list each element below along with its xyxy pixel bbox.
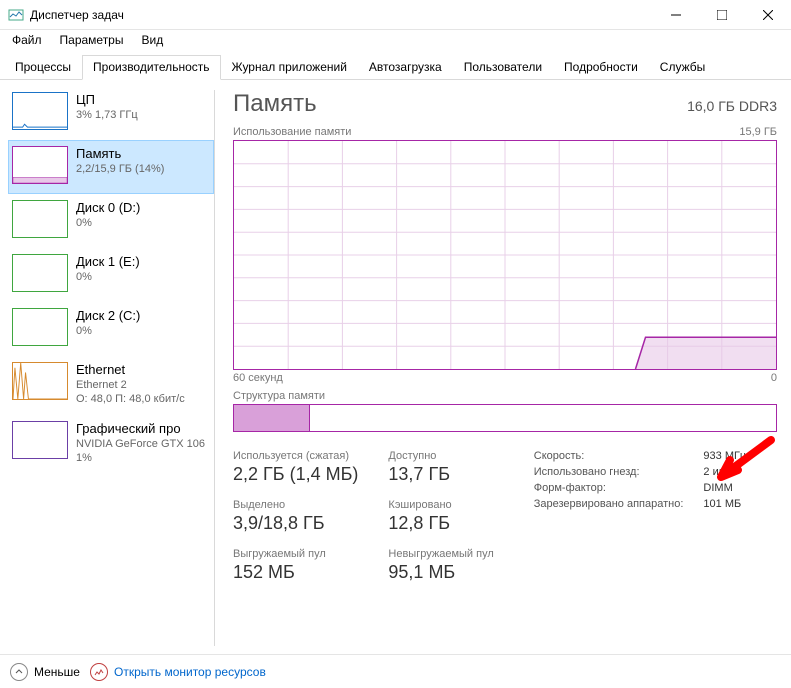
- sidebar-item-cpu[interactable]: ЦП 3% 1,73 ГГц: [8, 86, 214, 140]
- maximize-button[interactable]: [699, 0, 745, 30]
- main-panel: Память 16,0 ГБ DDR3 Использование памяти…: [215, 80, 791, 656]
- stats: Используется (сжатая)2,2 ГБ (1,4 МБ) Дос…: [233, 450, 777, 583]
- eth-thumb: [12, 362, 68, 400]
- x-axis-right: 0: [771, 372, 777, 384]
- sidebar-item-ethernet[interactable]: Ethernet Ethernet 2 О: 48,0 П: 48,0 кбит/с: [8, 356, 214, 415]
- open-resource-monitor-link[interactable]: Открыть монитор ресурсов: [90, 663, 266, 681]
- stat-committed: Выделено3,9/18,8 ГБ: [233, 499, 358, 534]
- tab-performance[interactable]: Производительность: [82, 55, 220, 80]
- titlebar: Диспетчер задач: [0, 0, 791, 30]
- eth-sub2: О: 48,0 П: 48,0 кбит/с: [76, 393, 185, 405]
- disk0-title: Диск 0 (D:): [76, 200, 140, 215]
- disk1-sub: 0%: [76, 271, 140, 283]
- app-icon: [8, 7, 24, 23]
- usage-label: Использование памяти: [233, 126, 351, 138]
- menu-file[interactable]: Файл: [4, 31, 50, 49]
- comp-free-segment: [310, 405, 776, 431]
- x-axis-left: 60 секунд: [233, 372, 283, 384]
- content: ЦП 3% 1,73 ГГц Память 2,2/15,9 ГБ (14%) Ди…: [0, 80, 791, 656]
- chevron-up-icon: [10, 663, 28, 681]
- eth-title: Ethernet: [76, 362, 185, 377]
- main-title: Память: [233, 90, 317, 118]
- memory-title: Память: [76, 146, 164, 161]
- minimize-button[interactable]: [653, 0, 699, 30]
- stat-cached: Кэшировано12,8 ГБ: [388, 499, 493, 534]
- prop-speed-value: 933 МГц: [703, 450, 746, 462]
- menu-options[interactable]: Параметры: [52, 31, 132, 49]
- sidebar-item-disk2[interactable]: Диск 2 (C:) 0%: [8, 302, 214, 356]
- disk0-sub: 0%: [76, 217, 140, 229]
- prop-slots-label: Использовано гнезд:: [534, 466, 684, 478]
- cpu-sub: 3% 1,73 ГГц: [76, 109, 138, 121]
- stat-available: Доступно13,7 ГБ: [388, 450, 493, 485]
- comp-label: Структура памяти: [233, 390, 777, 402]
- disk1-title: Диск 1 (E:): [76, 254, 140, 269]
- disk2-thumb: [12, 308, 68, 346]
- disk0-thumb: [12, 200, 68, 238]
- window-controls: [653, 0, 791, 30]
- gpu-thumb: [12, 421, 68, 459]
- comp-used-segment: [234, 405, 310, 431]
- menubar: Файл Параметры Вид: [0, 30, 791, 50]
- prop-slots-value: 2 из 4: [703, 466, 746, 478]
- memory-sub: 2,2/15,9 ГБ (14%): [76, 163, 164, 175]
- stat-paged: Выгружаемый пул152 МБ: [233, 548, 358, 583]
- gpu-title: Графический про: [76, 421, 205, 436]
- stat-used: Используется (сжатая)2,2 ГБ (1,4 МБ): [233, 450, 358, 485]
- sidebar-item-disk0[interactable]: Диск 0 (D:) 0%: [8, 194, 214, 248]
- sidebar-item-memory[interactable]: Память 2,2/15,9 ГБ (14%): [8, 140, 214, 194]
- tabs: Процессы Производительность Журнал прило…: [0, 50, 791, 80]
- tab-app-history[interactable]: Журнал приложений: [221, 55, 358, 80]
- tab-startup[interactable]: Автозагрузка: [358, 55, 453, 80]
- prop-reserved-value: 101 МБ: [703, 498, 746, 510]
- prop-form-value: DIMM: [703, 482, 746, 494]
- cpu-title: ЦП: [76, 92, 138, 107]
- sidebar: ЦП 3% 1,73 ГГц Память 2,2/15,9 ГБ (14%) Ди…: [0, 80, 214, 656]
- disk2-title: Диск 2 (C:): [76, 308, 140, 323]
- prop-speed-label: Скорость:: [534, 450, 684, 462]
- disk1-thumb: [12, 254, 68, 292]
- fewer-details-button[interactable]: Меньше: [10, 663, 80, 681]
- memory-usage-chart[interactable]: [233, 140, 777, 370]
- sidebar-item-disk1[interactable]: Диск 1 (E:) 0%: [8, 248, 214, 302]
- gpu-sub2: 1%: [76, 452, 205, 464]
- tab-processes[interactable]: Процессы: [4, 55, 82, 80]
- stat-nonpaged: Невыгружаемый пул95,1 МБ: [388, 548, 493, 583]
- bottombar: Меньше Открыть монитор ресурсов: [0, 654, 791, 688]
- menu-view[interactable]: Вид: [133, 31, 171, 49]
- cpu-thumb: [12, 92, 68, 130]
- memory-composition-chart[interactable]: [233, 404, 777, 432]
- disk2-sub: 0%: [76, 325, 140, 337]
- tab-details[interactable]: Подробности: [553, 55, 649, 80]
- gpu-sub1: NVIDIA GeForce GTX 106: [76, 438, 205, 450]
- tab-services[interactable]: Службы: [649, 55, 716, 80]
- tab-users[interactable]: Пользователи: [453, 55, 553, 80]
- memory-thumb: [12, 146, 68, 184]
- memory-spec: 16,0 ГБ DDR3: [687, 98, 777, 114]
- close-button[interactable]: [745, 0, 791, 30]
- resource-monitor-icon: [90, 663, 108, 681]
- sidebar-item-gpu[interactable]: Графический про NVIDIA GeForce GTX 106 1%: [8, 415, 214, 474]
- prop-form-label: Форм-фактор:: [534, 482, 684, 494]
- memory-props: Скорость: 933 МГц Использовано гнезд: 2 из…: [534, 450, 747, 583]
- usage-max: 15,9 ГБ: [739, 126, 777, 138]
- window-title: Диспетчер задач: [30, 8, 653, 22]
- prop-reserved-label: Зарезервировано аппаратно:: [534, 498, 684, 510]
- eth-sub1: Ethernet 2: [76, 379, 185, 391]
